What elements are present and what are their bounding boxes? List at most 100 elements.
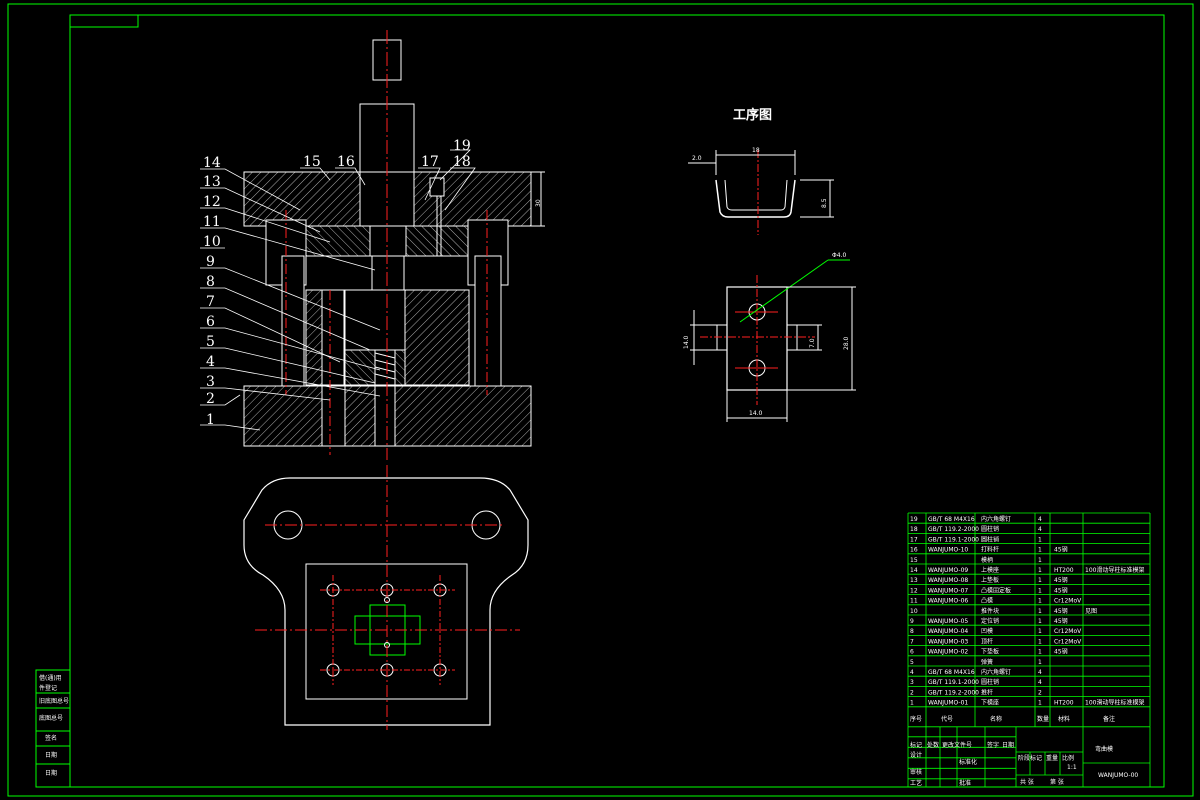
sig-label-4: 日期 — [1002, 741, 1014, 749]
stamp-text-2: 旧底图总号 — [39, 697, 69, 705]
sig-label-3: 签字 — [987, 741, 999, 749]
dim-plan-total: 28.0 — [843, 336, 850, 350]
bom-header-note: 备注 — [1103, 715, 1115, 723]
part-label-14: 14 — [203, 155, 221, 171]
bom-row-code: GB/T 68 M4X16 — [928, 669, 975, 676]
bom-row-name: 定位销 — [981, 617, 999, 625]
bom-row-code: GB/T 119.1-2000 — [928, 536, 979, 543]
side-stamp: 借(通)用 件登记 旧底图总号 底图总号 签名 日期 日期 — [35, 669, 71, 788]
bom-row-no: 10 — [910, 608, 918, 615]
bom-row-name: 上模座 — [981, 566, 999, 574]
stamp-text-6: 日期 — [45, 769, 57, 777]
bom-row-no: 3 — [910, 679, 914, 686]
bom-row-material: 45钢 — [1054, 648, 1068, 656]
bom-row-material: HT200 — [1054, 567, 1074, 574]
sig-label-7: 工艺 — [910, 779, 922, 787]
bom-row-no: 17 — [910, 536, 918, 543]
part-label-11: 11 — [203, 214, 221, 230]
bom-row-qty: 1 — [1038, 536, 1042, 543]
bom-row-material: Cr12MoV — [1054, 638, 1082, 645]
sig-label-8: 标准化 — [959, 758, 977, 766]
bom-row-qty: 1 — [1038, 628, 1042, 635]
part-label-16: 16 — [337, 154, 355, 170]
bom-row-qty: 2 — [1038, 689, 1042, 696]
title-block: 弯曲模 WANJUMO-00 1:1 标记 处数 更改文件号 签字 日期设计审核工艺 标准化批准… — [907, 726, 1151, 787]
bom-row-no: 7 — [910, 638, 914, 645]
bom-row-no: 4 — [910, 669, 914, 676]
sig-label-14: 第 张 — [1050, 778, 1064, 786]
bom-row-code: GB/T 119.1-2000 — [928, 679, 979, 686]
dim-plan-tab: 7.0 — [809, 338, 816, 348]
bom-row-no: 15 — [910, 557, 918, 564]
bom-row-material: 45钢 — [1054, 576, 1068, 584]
dim-profile-height: 8.5 — [821, 198, 828, 208]
drawing-canvas: 借(通)用 件登记 旧底图总号 底图总号 签名 日期 日期 30 1 2 3 4… — [7, 3, 1194, 797]
bom-row-code: GB/T 68 M4X16 — [928, 516, 975, 523]
bom-header-qty: 数量 — [1037, 715, 1049, 723]
bom-row-name: 弹簧 — [981, 658, 993, 666]
bom-row-qty: 4 — [1038, 669, 1042, 676]
part-label-18: 18 — [453, 154, 471, 170]
bom-row-code: WANJUMO-10 — [928, 547, 968, 554]
bom-row-name: 内六角螺钉 — [981, 668, 1011, 676]
sig-label-6: 审核 — [910, 768, 922, 776]
stamp-text-3: 底图总号 — [39, 714, 63, 722]
part-label-13: 13 — [203, 174, 221, 190]
part-plan-view: Φ4.0 14.0 7.0 28.0 14.0 — [683, 252, 856, 422]
bom-row-no: 1 — [910, 700, 914, 707]
bom-header-code: 代号 — [941, 715, 953, 723]
stamp-text-1: 件登记 — [39, 684, 57, 692]
bom-row-code: WANJUMO-05 — [928, 618, 968, 625]
bom-row-qty: 1 — [1038, 638, 1042, 645]
drawing-scale: 1:1 — [1067, 764, 1077, 771]
drawing-name: 弯曲模 — [1095, 745, 1113, 753]
bom-row-no: 13 — [910, 577, 918, 584]
part-label-7: 7 — [206, 294, 215, 310]
bom-row-name: 圆柱销 — [981, 535, 999, 543]
process-title: 工序图 — [733, 107, 772, 123]
part-label-2: 2 — [206, 391, 215, 407]
bom-row-code: WANJUMO-09 — [928, 567, 968, 574]
bom-row-material: 45钢 — [1054, 607, 1068, 615]
bom-row-no: 6 — [910, 649, 914, 656]
bom-row-name: 推杆 — [981, 688, 993, 696]
sig-label-9: 批准 — [959, 779, 971, 787]
stamp-text-4: 签名 — [45, 734, 57, 742]
bom-row-name: 下垫板 — [981, 648, 999, 656]
bom-row-code: WANJUMO-01 — [928, 700, 968, 707]
bom-row-qty: 1 — [1038, 557, 1042, 564]
bom-row-material: Cr12MoV — [1054, 598, 1082, 605]
part-label-5: 5 — [206, 334, 215, 350]
sig-label-10: 阶段标记 — [1018, 754, 1042, 762]
die-plan-view — [243, 465, 529, 730]
bom-row-qty: 1 — [1038, 547, 1042, 554]
part-label-12: 12 — [203, 194, 221, 210]
sig-label-5: 设计 — [910, 751, 922, 759]
bom-row-note: 100滑动导柱标准模架 — [1085, 566, 1144, 574]
bom-row-qty: 4 — [1038, 516, 1042, 523]
part-label-1: 1 — [206, 412, 215, 428]
stamp-text-0: 借(通)用 — [39, 674, 62, 682]
bom-row-no: 2 — [910, 689, 914, 696]
bom-row-qty: 1 — [1038, 598, 1042, 605]
bom-row-code: WANJUMO-07 — [928, 587, 968, 594]
bom-row-material: 45钢 — [1054, 617, 1068, 625]
bom-row-material: 45钢 — [1054, 546, 1068, 554]
part-label-17: 17 — [421, 154, 439, 170]
sig-label-0: 标记 — [910, 741, 922, 749]
bom-row-no: 8 — [910, 628, 914, 635]
bom-row-note: 见图 — [1085, 608, 1097, 615]
dim-plan-height: 14.0 — [683, 335, 690, 349]
sig-label-1: 处数 — [927, 741, 939, 749]
sig-label-13: 共 张 — [1020, 778, 1034, 786]
bom-row-code: WANJUMO-04 — [928, 628, 968, 635]
bom-row-name: 推件块 — [981, 607, 999, 615]
bom-row-qty: 1 — [1038, 587, 1042, 594]
bom-row-no: 14 — [910, 567, 918, 574]
bom-row-no: 16 — [910, 547, 918, 554]
dim-top-width: 18 — [752, 147, 760, 154]
bom-row-qty: 4 — [1038, 526, 1042, 533]
bom-row-no: 19 — [910, 516, 918, 523]
bom-row-name: 打料杆 — [981, 546, 999, 554]
bom-row-qty: 4 — [1038, 679, 1042, 686]
